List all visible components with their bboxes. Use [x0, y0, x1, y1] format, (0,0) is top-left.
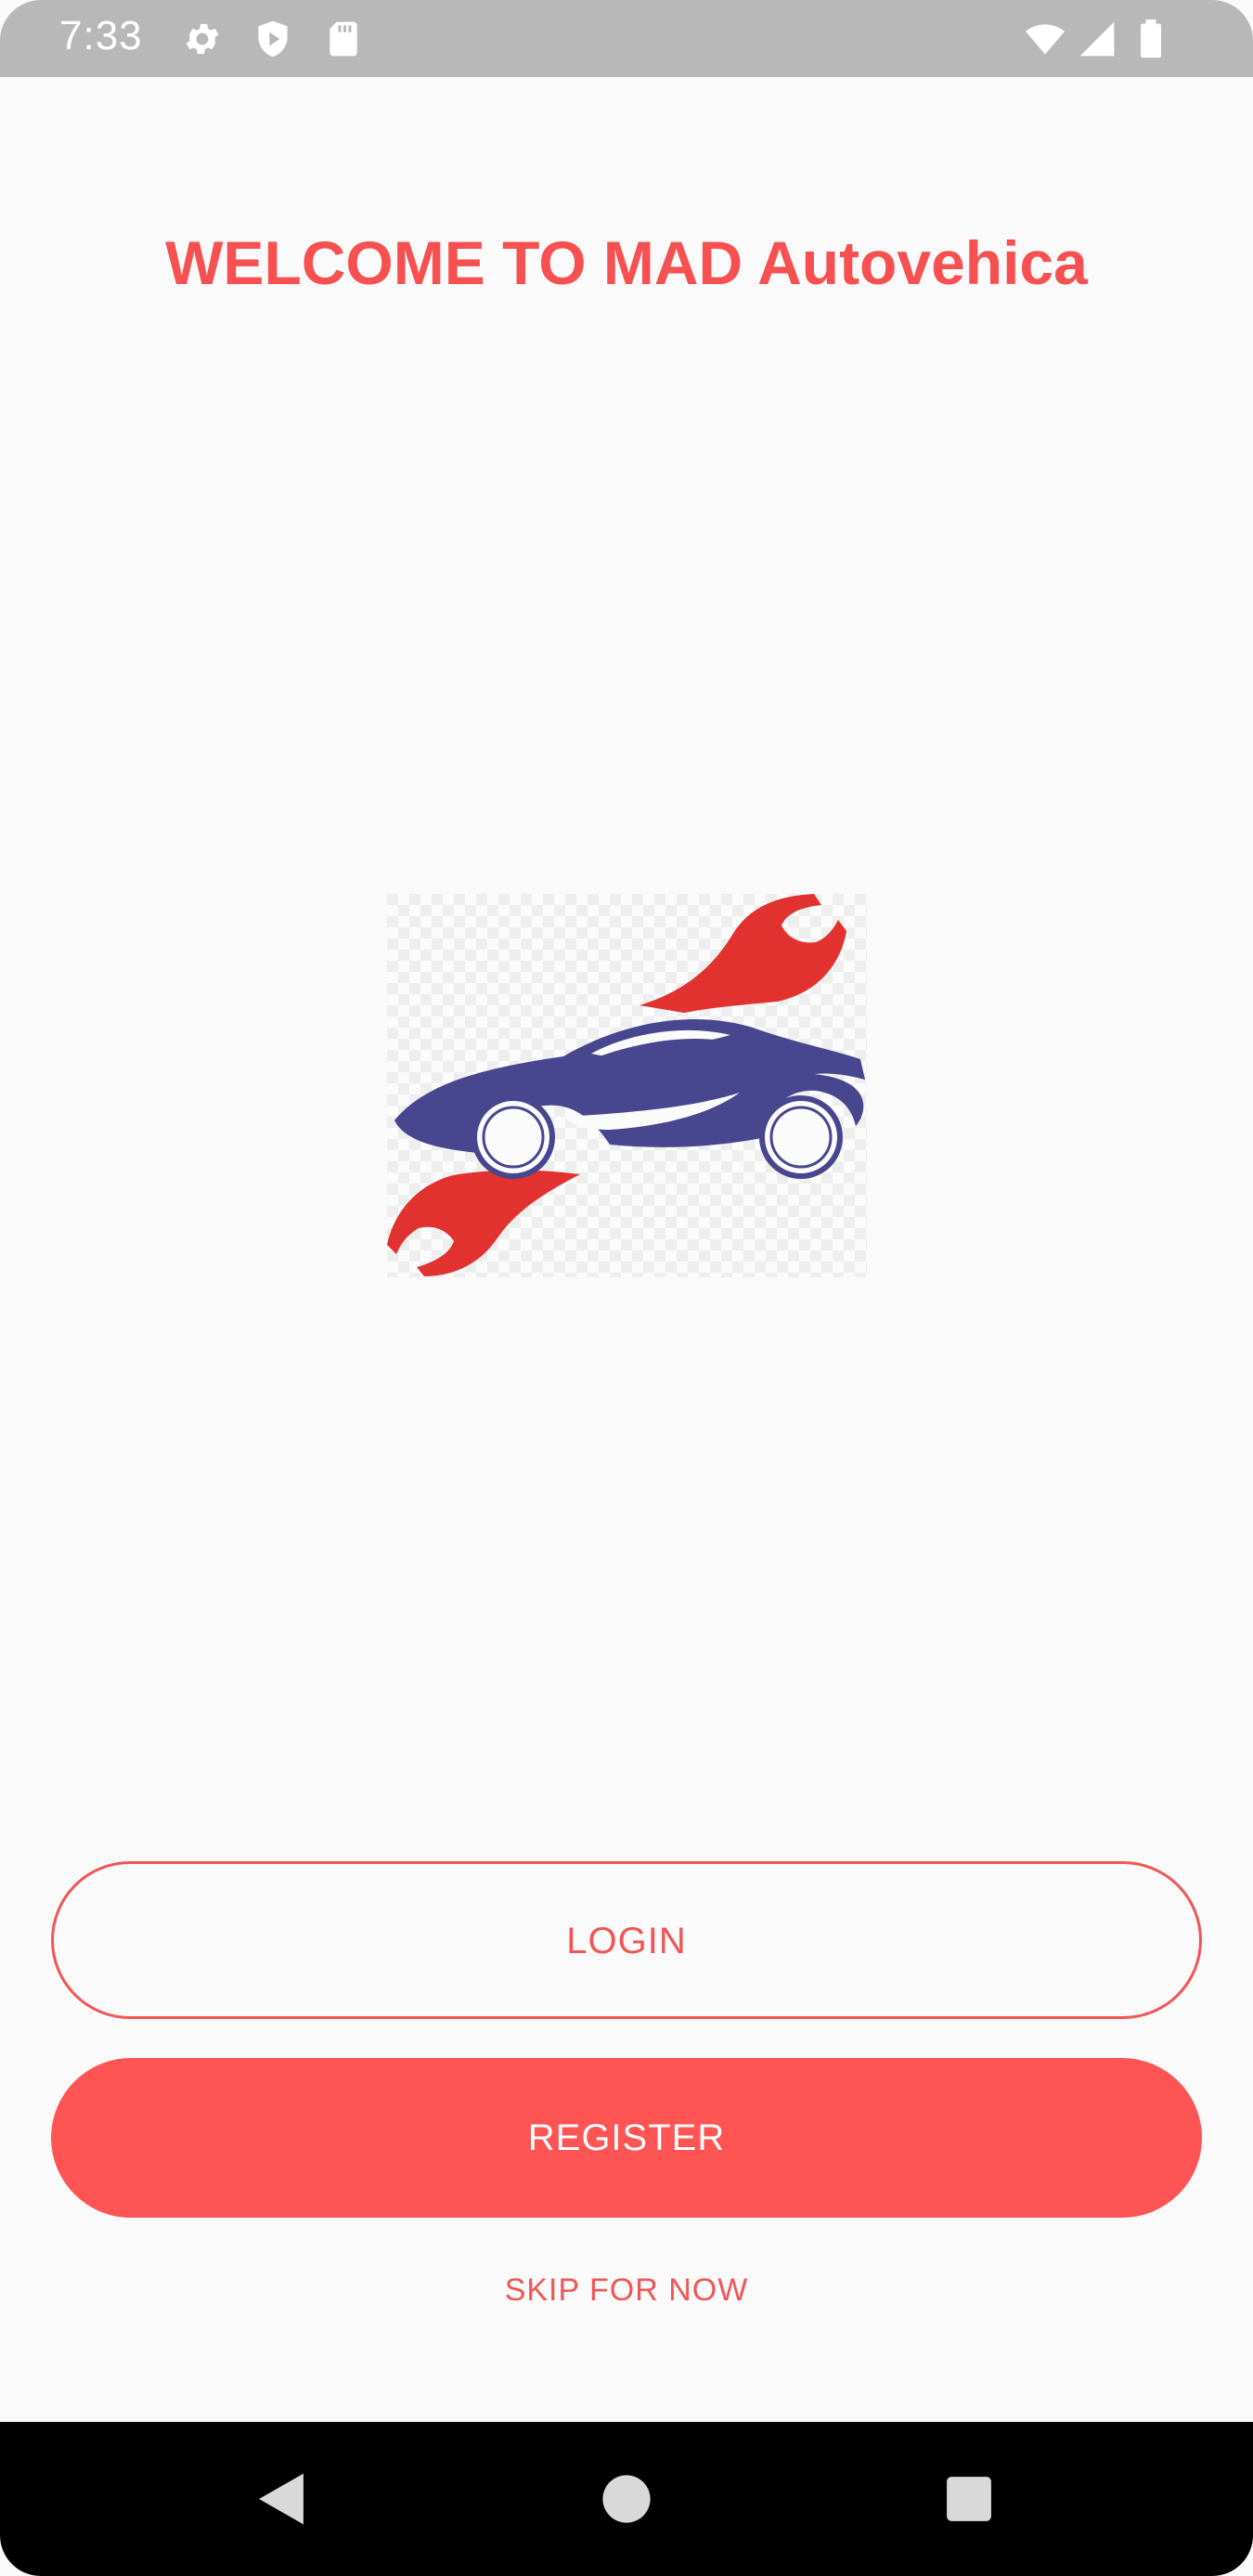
battery-icon	[1141, 19, 1161, 58]
back-icon[interactable]	[243, 2461, 319, 2537]
page-title: WELCOME TO MAD Autovehica	[165, 228, 1088, 297]
cell-signal-icon	[1079, 21, 1115, 57]
wifi-icon	[1025, 24, 1066, 55]
navigation-bar	[0, 2422, 1253, 2576]
sd-card-icon	[329, 21, 357, 57]
status-bar: 7:33	[0, 0, 1253, 77]
home-icon[interactable]	[588, 2461, 665, 2537]
recents-icon[interactable]	[931, 2461, 1007, 2537]
car-wrench-logo	[387, 894, 867, 1277]
skip-for-now-link[interactable]: SKIP FOR NOW	[0, 2272, 1253, 2309]
status-time: 7:33	[59, 13, 143, 58]
play-protect-icon	[258, 20, 288, 58]
register-button[interactable]: REGISTER	[51, 2058, 1202, 2218]
gear-icon	[186, 23, 219, 55]
login-button[interactable]: LOGIN	[51, 1861, 1202, 2019]
